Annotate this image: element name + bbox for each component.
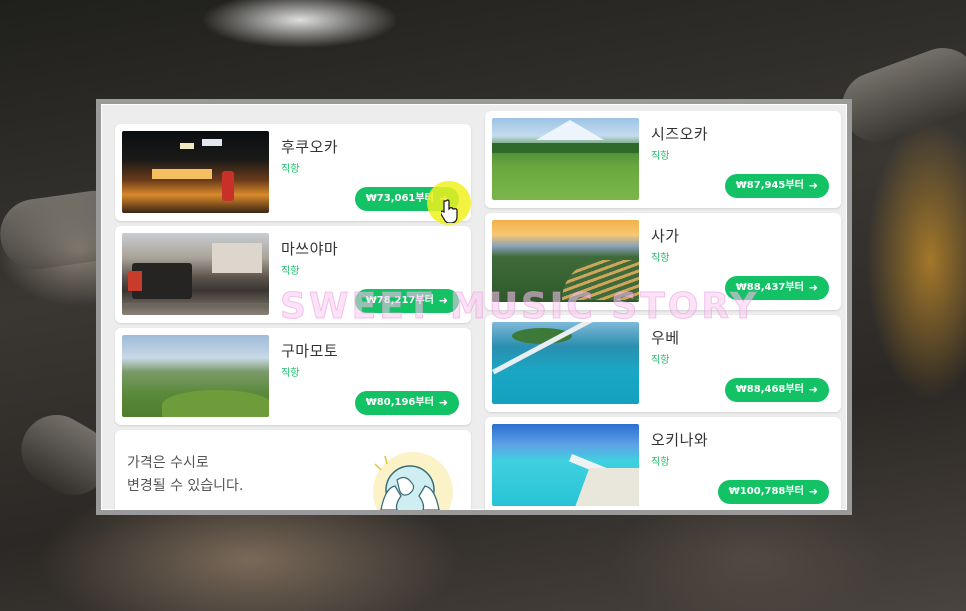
destination-card-shizuoka[interactable]: 시즈오카 직항 ₩87,945부터 ➜ xyxy=(485,111,841,208)
price-button[interactable]: ₩80,196부터 ➜ xyxy=(354,391,459,415)
price-notice-card: 가격은 수시로 변경될 수 있습니다. xyxy=(115,430,471,510)
destination-image-matsuyama xyxy=(122,233,269,315)
destination-name: 우베 xyxy=(651,329,680,347)
flight-type-label: 직항 xyxy=(651,355,670,366)
price-label: ₩88,468부터 xyxy=(735,384,804,395)
flight-type-label: 직항 xyxy=(281,368,300,379)
destination-image-fukuoka xyxy=(122,131,269,213)
price-notice-line: 변경될 수 있습니다. xyxy=(127,478,244,494)
destination-name: 구마모토 xyxy=(281,342,339,360)
arrow-right-icon: ➜ xyxy=(438,396,448,409)
arrow-right-icon: ➜ xyxy=(808,281,818,294)
flight-type-label: 직항 xyxy=(651,457,670,468)
destination-name: 마쓰야마 xyxy=(281,240,339,258)
destination-image-kumamoto xyxy=(122,335,269,417)
flight-type-label: 직항 xyxy=(281,266,300,277)
watermark-text: SWEET MUSIC STORY xyxy=(279,286,760,328)
price-notice-text: 가격은 수시로 변경될 수 있습니다. xyxy=(127,452,243,498)
destination-card-ube[interactable]: 우베 직항 ₩88,468부터 ➜ xyxy=(485,315,841,412)
flight-type-label: 직항 xyxy=(651,253,670,264)
price-label: ₩80,196부터 xyxy=(365,397,434,408)
destination-name: 시즈오카 xyxy=(651,125,709,143)
price-label: ₩100,788부터 xyxy=(728,486,804,497)
destination-name: 오키나와 xyxy=(651,431,709,449)
hand-pointer-icon xyxy=(440,199,459,227)
price-button[interactable]: ₩87,945부터 ➜ xyxy=(724,174,829,198)
price-label: ₩87,945부터 xyxy=(735,180,804,191)
destination-card-fukuoka[interactable]: 후쿠오카 직항 ₩73,061부터 ➜ xyxy=(115,124,471,221)
arrow-right-icon: ➜ xyxy=(808,485,818,498)
destination-image-okinawa xyxy=(492,424,639,506)
destination-image-shizuoka xyxy=(492,118,639,200)
destination-card-okinawa[interactable]: 오키나와 직항 ₩100,788부터 ➜ xyxy=(485,417,841,510)
price-button[interactable]: ₩88,468부터 ➜ xyxy=(724,378,829,402)
price-button[interactable]: ₩100,788부터 ➜ xyxy=(717,480,829,504)
destination-name: 후쿠오카 xyxy=(281,138,339,156)
globe-hands-icon xyxy=(355,450,465,510)
destination-card-kumamoto[interactable]: 구마모토 직항 ₩80,196부터 ➜ xyxy=(115,328,471,425)
arrow-right-icon: ➜ xyxy=(808,383,818,396)
destination-name: 사가 xyxy=(651,227,680,245)
flight-type-label: 직항 xyxy=(281,164,300,175)
destination-image-ube xyxy=(492,322,639,404)
price-label: ₩73,061부터 xyxy=(365,193,434,204)
flight-type-label: 직항 xyxy=(651,151,670,162)
arrow-right-icon: ➜ xyxy=(808,179,818,192)
price-notice-line: 가격은 수시로 xyxy=(127,455,209,471)
